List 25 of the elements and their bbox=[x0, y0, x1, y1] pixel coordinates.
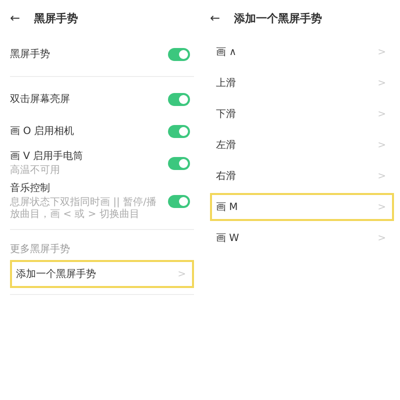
gesture-row[interactable]: 右滑 > bbox=[210, 162, 394, 190]
section-header: 更多黑屏手势 bbox=[10, 242, 71, 256]
gesture-row[interactable]: 下滑 > bbox=[210, 100, 394, 128]
gesture-row[interactable]: 画 M > bbox=[210, 193, 394, 221]
gesture-row[interactable]: 左滑 > bbox=[210, 131, 394, 159]
toggle-switch[interactable] bbox=[168, 48, 190, 60]
toggle-switch[interactable] bbox=[168, 124, 190, 138]
back-button[interactable]: ← bbox=[210, 11, 220, 25]
setting-description: 高温不可用 bbox=[10, 165, 61, 177]
gesture-row[interactable]: 画 W > bbox=[210, 224, 394, 252]
page-title: 黑屏手势 bbox=[34, 10, 78, 26]
setting-description: 息屏状态下双指同时画 || 暂停/播放曲目，画 < 或 > 切换曲目 bbox=[10, 197, 158, 221]
page-title: 添加一个黑屏手势 bbox=[234, 10, 322, 26]
setting-label: 黑屏手势 bbox=[10, 48, 50, 61]
back-button[interactable]: ← bbox=[10, 11, 20, 25]
add-gesture-row[interactable]: 添加一个黑屏手势 > bbox=[10, 260, 194, 288]
setting-label: 画 O 启用相机 bbox=[10, 124, 74, 138]
setting-label: 音乐控制 bbox=[10, 182, 51, 195]
setting-label: 双击屏幕亮屏 bbox=[10, 92, 70, 106]
toggle-switch[interactable] bbox=[168, 92, 190, 106]
toggle-switch[interactable] bbox=[168, 194, 190, 208]
gesture-row[interactable]: 画 ∧ > bbox=[210, 38, 394, 66]
setting-label: 画 V 启用手电筒 bbox=[10, 150, 84, 163]
gesture-row[interactable]: 上滑 > bbox=[210, 69, 394, 97]
toggle-switch[interactable] bbox=[168, 156, 190, 170]
